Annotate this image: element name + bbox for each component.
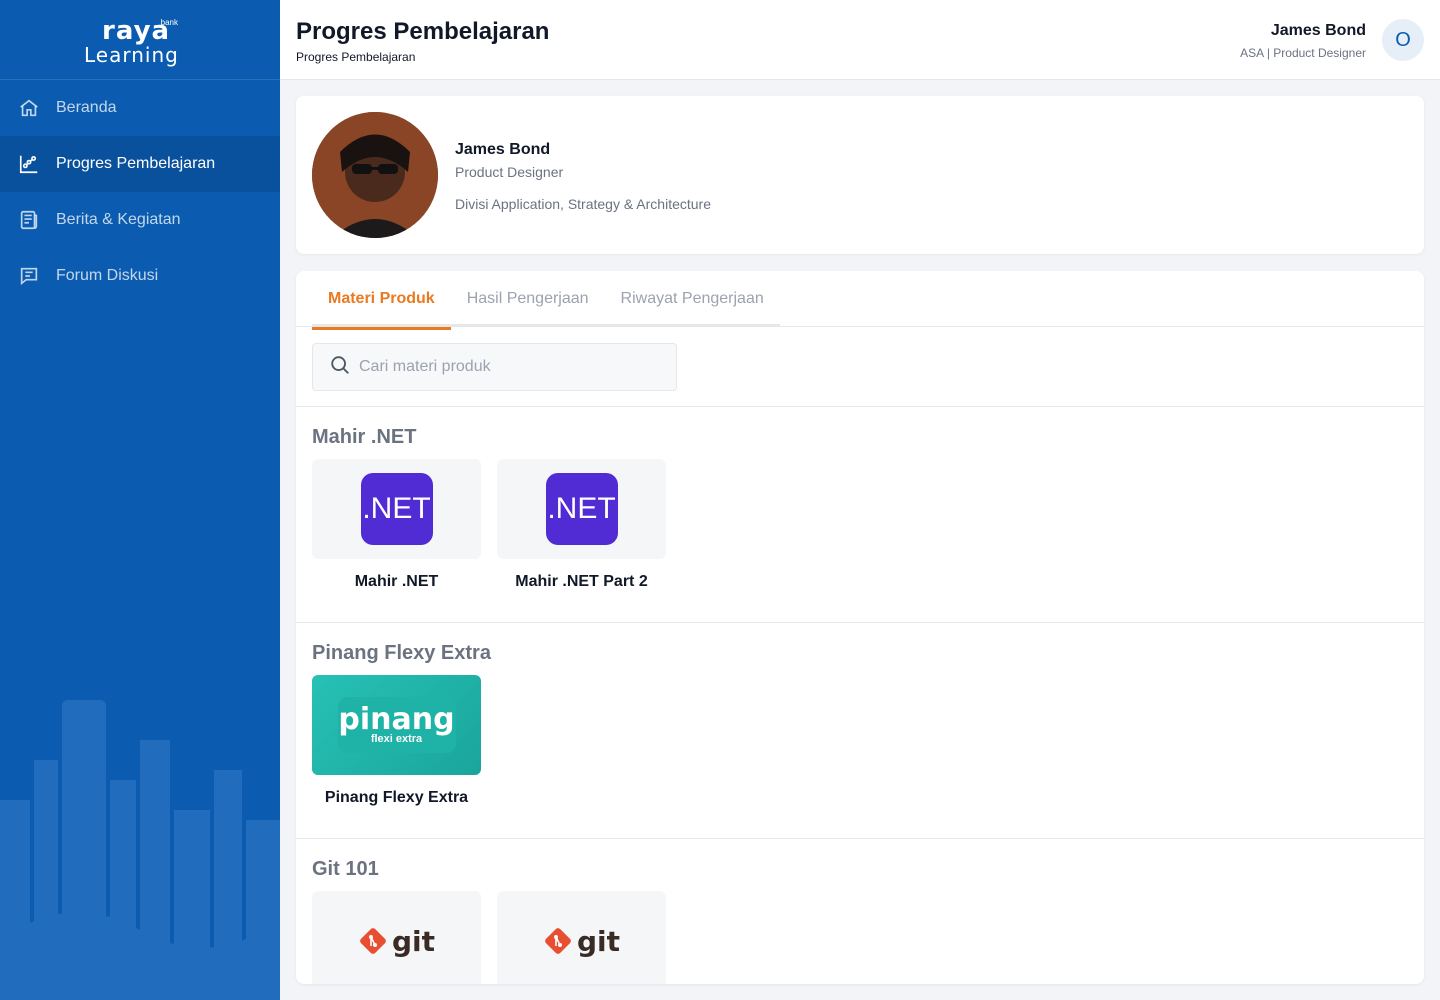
logo-learning-text: Learning	[84, 42, 179, 67]
profile-division: Divisi Application, Strategy & Architect…	[455, 196, 712, 212]
header-user-name: James Bond	[1270, 22, 1366, 39]
chat-icon	[18, 265, 40, 287]
profile-photo	[312, 112, 438, 238]
news-icon	[18, 209, 40, 231]
top-header: Progres Pembelajaran Progres Pembelajara…	[280, 0, 1440, 80]
logo-mark: bank raya Learning	[80, 12, 200, 68]
page-title: Progres Pembelajaran	[296, 18, 550, 45]
profile-card: James Bond Product Designer Divisi Appli…	[296, 96, 1424, 254]
materials-card: Materi Produk Hasil Pengerjaan Riwayat P…	[296, 271, 1424, 984]
dotnet-logo-icon: .NET	[545, 473, 618, 545]
sidebar-item-label: Forum Diskusi	[56, 267, 159, 284]
sidebar-item-label: Berita & Kegiatan	[56, 211, 181, 228]
city-skyline-decoration	[0, 700, 280, 1000]
section-divider	[296, 622, 1424, 623]
course-tile-git-101-part-2[interactable]: git	[497, 891, 666, 984]
git-logo-icon: git	[543, 925, 620, 958]
section-divider	[296, 838, 1424, 839]
sidebar-item-progres-pembelajaran[interactable]: Progres Pembelajaran	[0, 136, 280, 192]
course-tile-pinang-flexy-extra[interactable]: pinang flexi extra	[312, 675, 481, 775]
search-icon	[329, 354, 351, 381]
logo-raya-text: raya	[102, 15, 171, 46]
search-input[interactable]	[359, 358, 659, 376]
git-logo-text: git	[391, 924, 436, 958]
git-logo-text: git	[576, 924, 621, 958]
progress-chart-icon	[18, 153, 40, 175]
search-box	[312, 343, 677, 391]
course-tile-mahir-net-part-2[interactable]: .NET	[497, 459, 666, 559]
course-tile-mahir-net[interactable]: .NET	[312, 459, 481, 559]
tab-bar: Materi Produk Hasil Pengerjaan Riwayat P…	[312, 271, 780, 330]
sidebar-nav: Beranda Progres Pembelajaran Berita & Ke…	[0, 80, 280, 304]
tab-materi-produk[interactable]: Materi Produk	[312, 271, 451, 330]
pinang-logo-subtext: flexi extra	[370, 733, 423, 745]
pinang-logo-icon: pinang flexi extra	[337, 697, 456, 753]
profile-role: Product Designer	[455, 164, 564, 180]
tab-hasil-pengerjaan[interactable]: Hasil Pengerjaan	[451, 271, 605, 327]
profile-name: James Bond	[455, 141, 551, 158]
sidebar-item-forum-diskusi[interactable]: Forum Diskusi	[0, 248, 280, 304]
dotnet-logo-icon: .NET	[360, 473, 433, 545]
home-icon	[18, 97, 40, 119]
sidebar: bank raya Learning Beranda Progres Pembe…	[0, 0, 280, 1000]
course-label[interactable]: Mahir .NET Part 2	[497, 573, 666, 591]
breadcrumb[interactable]: Progres Pembelajaran	[296, 50, 415, 64]
section-title-pinang: Pinang Flexy Extra	[312, 642, 491, 664]
section-title-mahir-net: Mahir .NET	[312, 426, 417, 448]
tab-divider	[296, 326, 1424, 327]
tab-riwayat-pengerjaan[interactable]: Riwayat Pengerjaan	[605, 271, 780, 327]
course-tile-git-101[interactable]: git	[312, 891, 481, 984]
git-logo-icon: git	[358, 925, 435, 958]
sidebar-item-berita-kegiatan[interactable]: Berita & Kegiatan	[0, 192, 280, 248]
section-divider	[296, 406, 1424, 407]
header-user-role: ASA | Product Designer	[1240, 46, 1366, 60]
course-label[interactable]: Mahir .NET	[312, 573, 481, 591]
avatar[interactable]: O	[1382, 19, 1424, 61]
pinang-logo-text: pinang	[338, 702, 455, 737]
sidebar-item-label: Progres Pembelajaran	[56, 155, 216, 172]
section-title-git-101: Git 101	[312, 858, 379, 880]
app-logo[interactable]: bank raya Learning	[0, 0, 280, 80]
sidebar-item-beranda[interactable]: Beranda	[0, 80, 280, 136]
course-label[interactable]: Pinang Flexy Extra	[312, 789, 481, 807]
sidebar-item-label: Beranda	[56, 99, 117, 116]
